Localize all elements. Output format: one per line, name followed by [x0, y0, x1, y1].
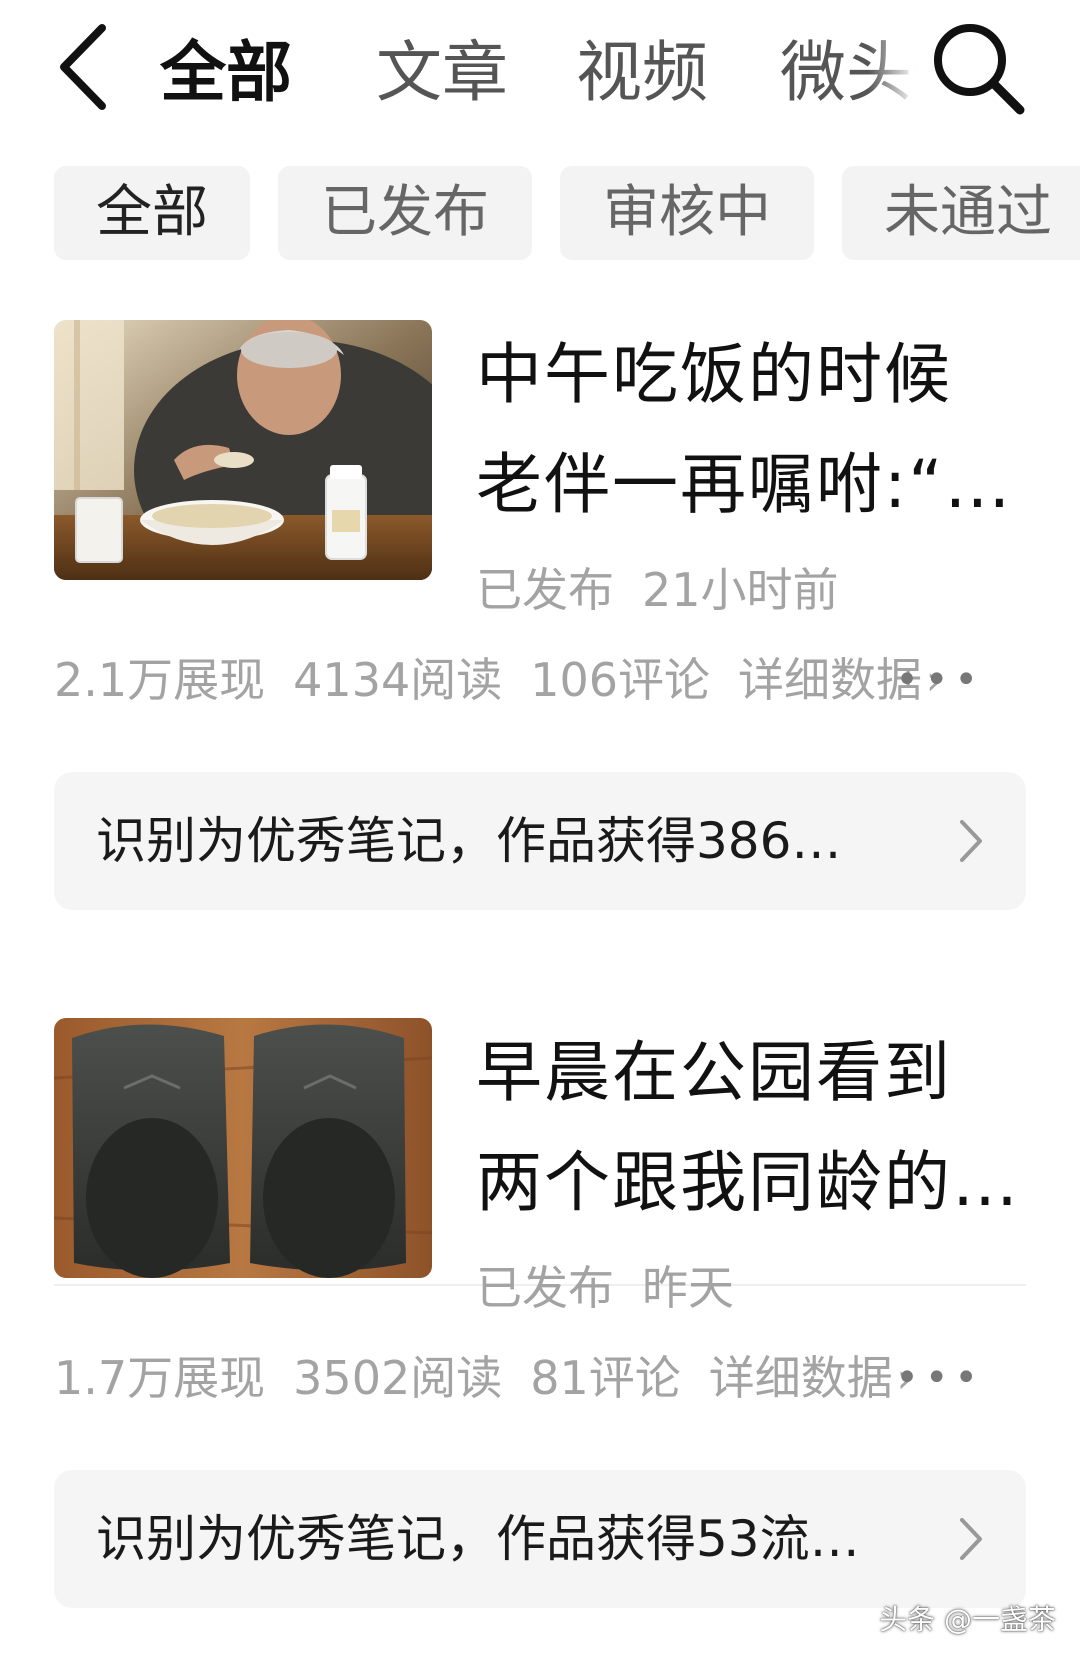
- search-button[interactable]: [928, 18, 1028, 118]
- tab-articles[interactable]: 文章: [376, 28, 508, 118]
- post-thumbnail[interactable]: [54, 1018, 432, 1278]
- filter-chip-published[interactable]: 已发布: [278, 166, 532, 260]
- post-comments: 106评论: [530, 653, 711, 707]
- post-thumbnail[interactable]: [54, 320, 432, 580]
- post-title-line-2: 两个跟我同龄的…: [476, 1144, 1020, 1221]
- post-reads: 3502阅读: [293, 1351, 503, 1405]
- excellent-note-banner[interactable]: 识别为优秀笔记，作品获得53流…: [54, 1470, 1026, 1608]
- post-status: 已发布: [476, 1261, 614, 1315]
- more-dots-icon[interactable]: •••: [895, 650, 984, 710]
- filter-chip-reviewing[interactable]: 审核中: [560, 166, 814, 260]
- elderly-man-eating-image: [54, 320, 432, 580]
- post-reads: 4134阅读: [293, 653, 503, 707]
- post-title[interactable]: 中午吃饭的时候 老伴一再嘱咐:“…: [476, 320, 1036, 540]
- watermark: 头条 @一盏茶: [879, 1603, 1056, 1636]
- post-stats-row: 1.7万展现 3502阅读 81评论 详细数据 › •••: [54, 1348, 1044, 1409]
- post-title-line-2: 老伴一再嘱咐:“…: [476, 446, 1013, 523]
- post-stats-row: 2.1万展现 4134阅读 106评论 详细数据 › •••: [54, 650, 1044, 711]
- post-status-row: 已发布 21小时前: [476, 560, 839, 620]
- detail-data-link[interactable]: 详细数据 ›: [709, 1351, 913, 1405]
- slippers-image: [54, 1018, 432, 1278]
- filter-chip-all[interactable]: 全部: [54, 166, 250, 260]
- post-title-line-1: 早晨在公园看到: [476, 1034, 952, 1111]
- chevron-right-icon: [960, 820, 982, 862]
- post-impressions: 1.7万展现: [54, 1351, 266, 1405]
- post-time: 昨天: [642, 1261, 734, 1315]
- excellent-note-banner[interactable]: 识别为优秀笔记，作品获得386…: [54, 772, 1026, 910]
- post-status: 已发布: [476, 563, 614, 617]
- detail-data-label: 详细数据: [708, 1351, 893, 1405]
- search-icon: [934, 24, 1025, 115]
- post-impressions: 2.1万展现: [54, 653, 266, 707]
- post-time: 21小时前: [642, 563, 839, 617]
- banner-text: 识别为优秀笔记，作品获得386…: [96, 812, 842, 870]
- tab-all[interactable]: 全部: [160, 28, 292, 118]
- status-filter-bar: 全部 已发布 审核中 未通过: [0, 166, 1080, 262]
- tab-videos[interactable]: 视频: [576, 28, 708, 118]
- chevron-right-icon: [960, 1518, 982, 1560]
- post-status-row: 已发布 昨天: [476, 1258, 734, 1318]
- filter-chip-rejected[interactable]: 未通过: [842, 166, 1080, 260]
- post-title[interactable]: 早晨在公园看到 两个跟我同龄的…: [476, 1018, 1036, 1238]
- post-title-line-1: 中午吃饭的时候: [476, 336, 952, 413]
- back-button[interactable]: [54, 22, 124, 112]
- more-dots-icon[interactable]: •••: [895, 1348, 984, 1408]
- post-comments: 81评论: [530, 1351, 681, 1405]
- top-bar: 全部 文章 视频 微头条: [0, 0, 1080, 140]
- banner-text: 识别为优秀笔记，作品获得53流…: [96, 1510, 860, 1568]
- chevron-left-icon: [60, 24, 106, 110]
